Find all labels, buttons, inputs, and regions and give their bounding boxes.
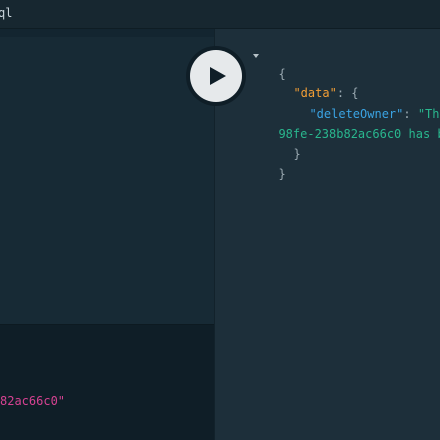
variables-header bbox=[0, 324, 214, 347]
outer-brace-close: } bbox=[278, 167, 286, 181]
delete-owner-value-cont: 98fe-238b82ac66c0 has be bbox=[278, 127, 440, 141]
execute-query-button[interactable] bbox=[186, 46, 246, 106]
play-icon bbox=[210, 67, 226, 85]
editor-gutter bbox=[0, 29, 214, 37]
result-line-6: } bbox=[264, 150, 286, 182]
chevron-down-icon[interactable] bbox=[253, 54, 259, 58]
execute-button-face[interactable] bbox=[190, 50, 242, 102]
top-bar: ql bbox=[0, 0, 440, 29]
inner-brace-close: } bbox=[293, 147, 301, 161]
variables-editor[interactable]: 82ac66c0" bbox=[0, 324, 214, 440]
variable-value: 82ac66c0" bbox=[0, 394, 66, 408]
app-title: ql bbox=[0, 6, 13, 20]
query-editor[interactable] bbox=[0, 29, 214, 324]
